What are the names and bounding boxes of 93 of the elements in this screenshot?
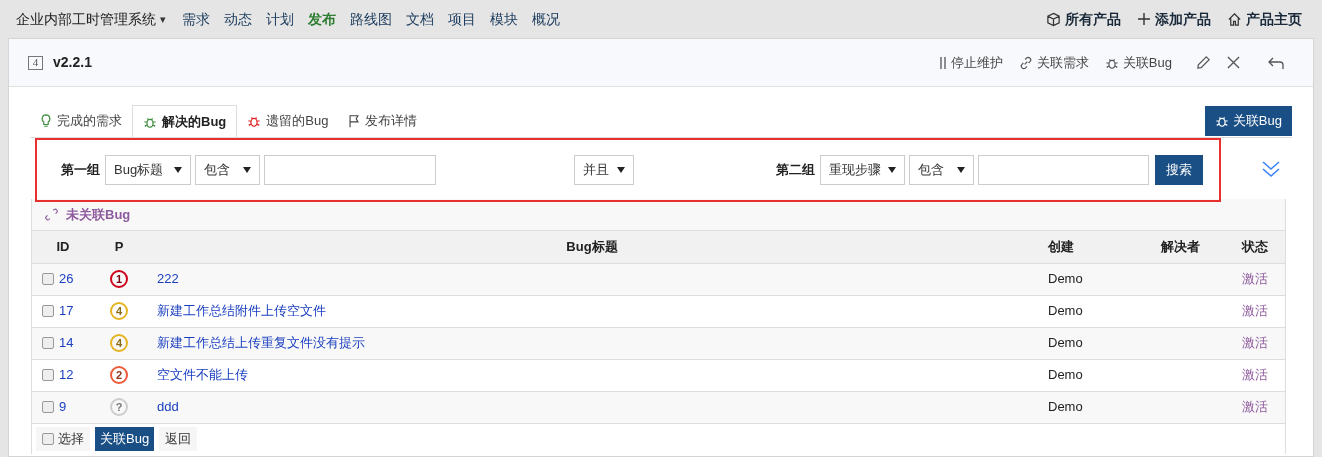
caret-icon xyxy=(957,166,965,173)
tab[interactable]: 解决的Bug xyxy=(132,105,238,137)
pause-icon xyxy=(938,55,947,70)
nav-link[interactable]: 添加产品 xyxy=(1155,8,1211,30)
dropdown[interactable]: 重现步骤 xyxy=(820,154,905,185)
plus-icon xyxy=(1137,12,1151,26)
bug-title-link[interactable]: 新建工作总结上传重复文件没有提示 xyxy=(157,335,365,351)
creator-cell: Demo xyxy=(1048,271,1083,287)
nav-item[interactable]: 文档 xyxy=(406,8,434,30)
tab[interactable]: 遗留的Bug xyxy=(237,105,339,137)
checkbox[interactable] xyxy=(42,273,54,285)
version-badge: 4 xyxy=(28,55,43,70)
search-input[interactable] xyxy=(264,154,436,185)
group-label: 第二组 xyxy=(776,160,815,179)
creator-cell: Demo xyxy=(1048,399,1083,415)
bug-icon xyxy=(247,114,262,128)
bug-id-link[interactable]: 12 xyxy=(59,365,74,385)
checkbox[interactable] xyxy=(42,305,54,317)
checkbox[interactable] xyxy=(42,337,54,349)
bug-id-link[interactable]: 26 xyxy=(59,269,74,289)
nav-item[interactable]: 需求 xyxy=(182,8,210,30)
nav-item[interactable]: 项目 xyxy=(448,8,476,30)
bug-id-link[interactable]: 17 xyxy=(59,301,74,321)
status-text: 激活 xyxy=(1242,303,1268,319)
nav-item[interactable]: 发布 xyxy=(308,8,336,30)
bug-title-link[interactable]: ddd xyxy=(157,399,179,415)
creator-cell: Demo xyxy=(1048,335,1083,351)
caret-icon xyxy=(617,166,625,173)
chevron-down-icon[interactable] xyxy=(1261,158,1281,179)
status-text: 激活 xyxy=(1242,271,1268,287)
dropdown[interactable]: Bug标题 xyxy=(105,154,191,185)
column-header: 状态 xyxy=(1242,239,1268,254)
column-header: 创建 xyxy=(1047,238,1075,256)
creator-cell: Demo xyxy=(1048,367,1083,383)
link-bug-button[interactable]: 关联Bug xyxy=(1204,106,1292,136)
priority-badge: 2 xyxy=(110,366,128,384)
action-link[interactable]: 停止维护 xyxy=(950,52,1003,73)
flag-icon xyxy=(348,114,361,128)
bug-title-link[interactable]: 新建工作总结附件上传空文件 xyxy=(157,303,326,319)
bug-icon xyxy=(1214,114,1229,128)
column-header: P xyxy=(114,239,124,254)
unlinked-bug-label: 未关联Bug xyxy=(66,205,131,224)
search-button[interactable]: 搜索 xyxy=(1155,154,1203,185)
priority-badge: 4 xyxy=(110,302,128,320)
nav-item[interactable]: 模块 xyxy=(490,8,518,30)
back-arrow-icon[interactable] xyxy=(1268,55,1284,70)
bug-id-link[interactable]: 9 xyxy=(59,397,67,417)
status-text: 激活 xyxy=(1242,335,1268,351)
close-icon[interactable] xyxy=(1227,56,1240,69)
nav-link[interactable]: 产品主页 xyxy=(1246,8,1302,30)
edit-icon[interactable] xyxy=(1196,55,1211,70)
cube-icon xyxy=(1046,11,1061,27)
bug-title-link[interactable]: 空文件不能上传 xyxy=(157,367,248,383)
status-text: 激活 xyxy=(1242,367,1268,383)
group-label: 第一组 xyxy=(61,160,100,179)
app-title[interactable]: 企业内部工时管理系统 xyxy=(16,8,156,30)
tab[interactable]: 发布详情 xyxy=(338,105,428,137)
search-input[interactable] xyxy=(978,154,1149,185)
dropdown[interactable]: 包含 xyxy=(195,154,260,185)
checkbox[interactable] xyxy=(42,432,54,445)
action-link[interactable]: 关联Bug xyxy=(1122,52,1172,73)
caret-icon xyxy=(243,166,251,173)
creator-cell: Demo xyxy=(1048,303,1083,319)
column-header: ID xyxy=(56,239,70,254)
caret-icon[interactable]: ▾ xyxy=(160,10,166,28)
priority-badge: ? xyxy=(110,398,128,416)
link-bug-button[interactable]: 关联Bug xyxy=(95,426,155,451)
release-title: v2.2.1 xyxy=(53,53,92,72)
lightbulb-icon xyxy=(40,114,52,128)
status-text: 激活 xyxy=(1242,399,1268,415)
nav-item[interactable]: 路线图 xyxy=(350,8,392,30)
link-icon xyxy=(1018,55,1033,70)
home-icon xyxy=(1227,11,1242,27)
broken-link-icon xyxy=(45,208,58,221)
caret-icon xyxy=(888,166,896,173)
dropdown[interactable]: 并且 xyxy=(574,154,634,185)
dropdown[interactable]: 包含 xyxy=(909,154,974,185)
column-header: Bug标题 xyxy=(566,239,618,254)
nav-link[interactable]: 所有产品 xyxy=(1065,8,1121,30)
column-header: 解决者 xyxy=(1160,239,1200,254)
priority-badge: 1 xyxy=(110,270,128,288)
caret-icon xyxy=(174,166,182,173)
back-button[interactable]: 返回 xyxy=(159,426,198,451)
tab[interactable]: 完成的需求 xyxy=(30,105,132,137)
nav-item[interactable]: 动态 xyxy=(224,8,252,30)
checkbox[interactable] xyxy=(42,401,54,413)
bug-id-link[interactable]: 14 xyxy=(59,333,74,353)
priority-badge: 4 xyxy=(110,334,128,352)
bug-title-link[interactable]: 222 xyxy=(157,271,179,287)
nav-item[interactable]: 计划 xyxy=(266,8,294,30)
action-link[interactable]: 关联需求 xyxy=(1036,52,1089,73)
checkbox[interactable] xyxy=(42,369,54,381)
nav-item[interactable]: 概况 xyxy=(532,8,560,30)
